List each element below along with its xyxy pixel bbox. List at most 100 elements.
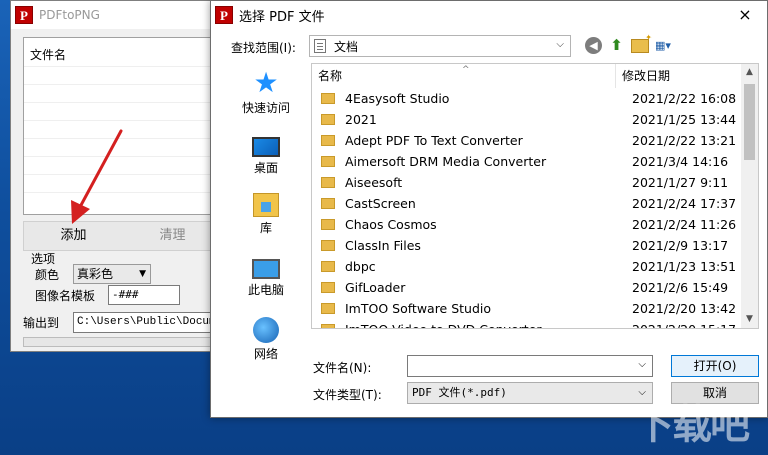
app-titlebar[interactable]: P PDFtoPNG xyxy=(11,1,224,29)
table-row[interactable]: Aimersoft DRM Media Converter 2021/3/4 14… xyxy=(312,151,742,172)
app-logo-icon: P xyxy=(15,6,33,24)
options-group-label: 选项 xyxy=(31,252,56,266)
folder-icon xyxy=(321,282,335,293)
table-row[interactable]: ImTOO Software Studio 2021/2/20 13:42 xyxy=(312,298,742,319)
file-name: CastScreen xyxy=(345,196,416,211)
column-name-label: 名称 xyxy=(318,69,343,83)
scroll-down-icon[interactable]: ▼ xyxy=(741,311,758,328)
table-row[interactable]: ClassIn Files 2021/2/9 13:17 xyxy=(312,235,742,256)
open-file-dialog: P 选择 PDF 文件 × 查找范围(I): 文档 ⌵ ◀ ⬆ ▦▾ ★ 快速访… xyxy=(210,0,768,418)
table-row[interactable]: Adept PDF To Text Converter 2021/2/22 13:… xyxy=(312,130,742,151)
file-name: ClassIn Files xyxy=(345,238,421,253)
network-icon xyxy=(253,317,279,343)
place-label: 桌面 xyxy=(253,161,278,175)
file-name: Aiseesoft xyxy=(345,175,403,190)
folder-icon xyxy=(321,261,335,272)
file-date: 2021/2/6 15:49 xyxy=(632,280,729,295)
file-name: Adept PDF To Text Converter xyxy=(345,133,523,148)
watermark: 下载吧 xyxy=(634,402,750,448)
color-select-value: 真彩色 xyxy=(77,267,114,281)
scroll-thumb[interactable] xyxy=(744,84,755,160)
file-list-pane[interactable]: ^ 名称 修改日期 4Easysoft Studio 2021/2/22 16:0… xyxy=(311,63,759,329)
folder-icon xyxy=(321,219,335,230)
folder-icon xyxy=(321,240,335,251)
place-desktop[interactable]: 桌面 xyxy=(221,131,311,176)
dialog-title: 选择 PDF 文件 xyxy=(239,9,325,25)
up-folder-icon[interactable]: ⬆ xyxy=(608,37,625,54)
lookin-label: 查找范围(I): xyxy=(231,41,296,55)
table-row[interactable]: ImTOO Video to DVD Converter2021/2/20 15… xyxy=(312,319,742,328)
folder-icon xyxy=(321,93,335,104)
add-button[interactable]: 添加 xyxy=(24,222,123,250)
column-name-header[interactable]: ^ 名称 xyxy=(312,64,616,88)
color-select[interactable]: 真彩色 ▼ xyxy=(73,264,151,284)
folder-icon xyxy=(321,135,335,146)
place-network[interactable]: 网络 xyxy=(221,317,311,362)
vertical-scrollbar[interactable]: ▲ ▼ xyxy=(741,64,758,328)
clear-button[interactable]: 清理 xyxy=(123,222,222,250)
chevron-down-icon: ⌵ xyxy=(556,39,564,50)
lookin-value: 文档 xyxy=(334,39,359,54)
filetype-select[interactable]: PDF 文件(*.pdf) ⌵ xyxy=(407,382,653,404)
column-date-header[interactable]: 修改日期 xyxy=(616,64,670,88)
folder-icon xyxy=(321,114,335,125)
color-label: 颜色 xyxy=(35,268,60,282)
progress-bar xyxy=(23,337,223,347)
dialog-logo-icon: P xyxy=(215,6,233,24)
table-row[interactable]: 4Easysoft Studio 2021/2/22 16:08 xyxy=(312,88,742,109)
file-date: 2021/1/25 13:44 xyxy=(632,112,737,127)
table-row[interactable]: 2021 2021/1/25 13:44 xyxy=(312,109,742,130)
back-icon[interactable]: ◀ xyxy=(585,37,602,54)
folder-icon xyxy=(321,156,335,167)
sort-up-icon: ^ xyxy=(462,65,470,75)
list-line xyxy=(24,66,222,84)
file-date: 2021/2/24 11:26 xyxy=(632,217,737,232)
place-label: 网络 xyxy=(253,347,278,361)
folder-icon xyxy=(321,177,335,188)
new-folder-icon[interactable] xyxy=(631,33,652,53)
file-name: Aimersoft DRM Media Converter xyxy=(345,154,547,169)
lookin-select[interactable]: 文档 ⌵ xyxy=(309,35,571,57)
naming-template-input[interactable]: -### xyxy=(108,285,180,305)
table-row[interactable]: GifLoader 2021/2/6 15:49 xyxy=(312,277,742,298)
desktop-icon xyxy=(252,137,280,157)
file-date: 2021/1/27 9:11 xyxy=(632,175,729,190)
filename-label: 文件名(N): xyxy=(313,361,372,375)
list-line xyxy=(24,120,222,138)
open-button[interactable]: 打开(O) xyxy=(671,355,759,377)
chevron-down-icon[interactable]: ⌵ xyxy=(638,359,646,370)
table-row[interactable]: CastScreen 2021/2/24 17:37 xyxy=(312,193,742,214)
file-name: dbpc xyxy=(345,259,376,274)
place-this-pc[interactable]: 此电脑 xyxy=(221,255,311,298)
table-row[interactable]: Chaos Cosmos 2021/2/24 11:26 xyxy=(312,214,742,235)
filetype-label: 文件类型(T): xyxy=(313,388,382,402)
computer-icon xyxy=(252,259,280,279)
column-header: ^ 名称 修改日期 xyxy=(312,64,742,88)
close-icon[interactable]: × xyxy=(723,1,767,29)
output-path-input[interactable]: C:\Users\Public\Documents xyxy=(73,312,215,333)
places-bar: ★ 快速访问 桌面 库 此电脑 网络 xyxy=(221,63,311,361)
folder-icon xyxy=(321,198,335,209)
app-button-bar: 添加 清理 xyxy=(23,221,223,251)
place-label: 库 xyxy=(259,221,272,235)
file-name: ImTOO Software Studio xyxy=(345,301,492,316)
dialog-titlebar[interactable]: P 选择 PDF 文件 × xyxy=(211,1,767,29)
file-date: 2021/2/22 13:21 xyxy=(632,133,737,148)
table-row[interactable]: Aiseesoft 2021/1/27 9:11 xyxy=(312,172,742,193)
filename-input[interactable]: ⌵ xyxy=(407,355,653,377)
document-icon xyxy=(314,39,326,53)
folder-icon xyxy=(321,303,335,314)
list-line xyxy=(24,138,222,156)
view-menu-icon[interactable]: ▦▾ xyxy=(655,39,677,53)
file-date: 2021/2/9 13:17 xyxy=(632,238,729,253)
file-date: 2021/3/4 14:16 xyxy=(632,154,729,169)
file-list[interactable]: 文件名 xyxy=(23,37,223,215)
app-title: PDFtoPNG xyxy=(39,8,100,22)
file-name: GifLoader xyxy=(345,280,406,295)
scroll-up-icon[interactable]: ▲ xyxy=(741,64,758,81)
file-name: 4Easysoft Studio xyxy=(345,91,450,106)
list-line xyxy=(24,174,222,192)
table-row[interactable]: dbpc 2021/1/23 13:51 xyxy=(312,256,742,277)
place-quick-access[interactable]: ★ 快速访问 xyxy=(221,69,311,116)
place-library[interactable]: 库 xyxy=(221,193,311,236)
